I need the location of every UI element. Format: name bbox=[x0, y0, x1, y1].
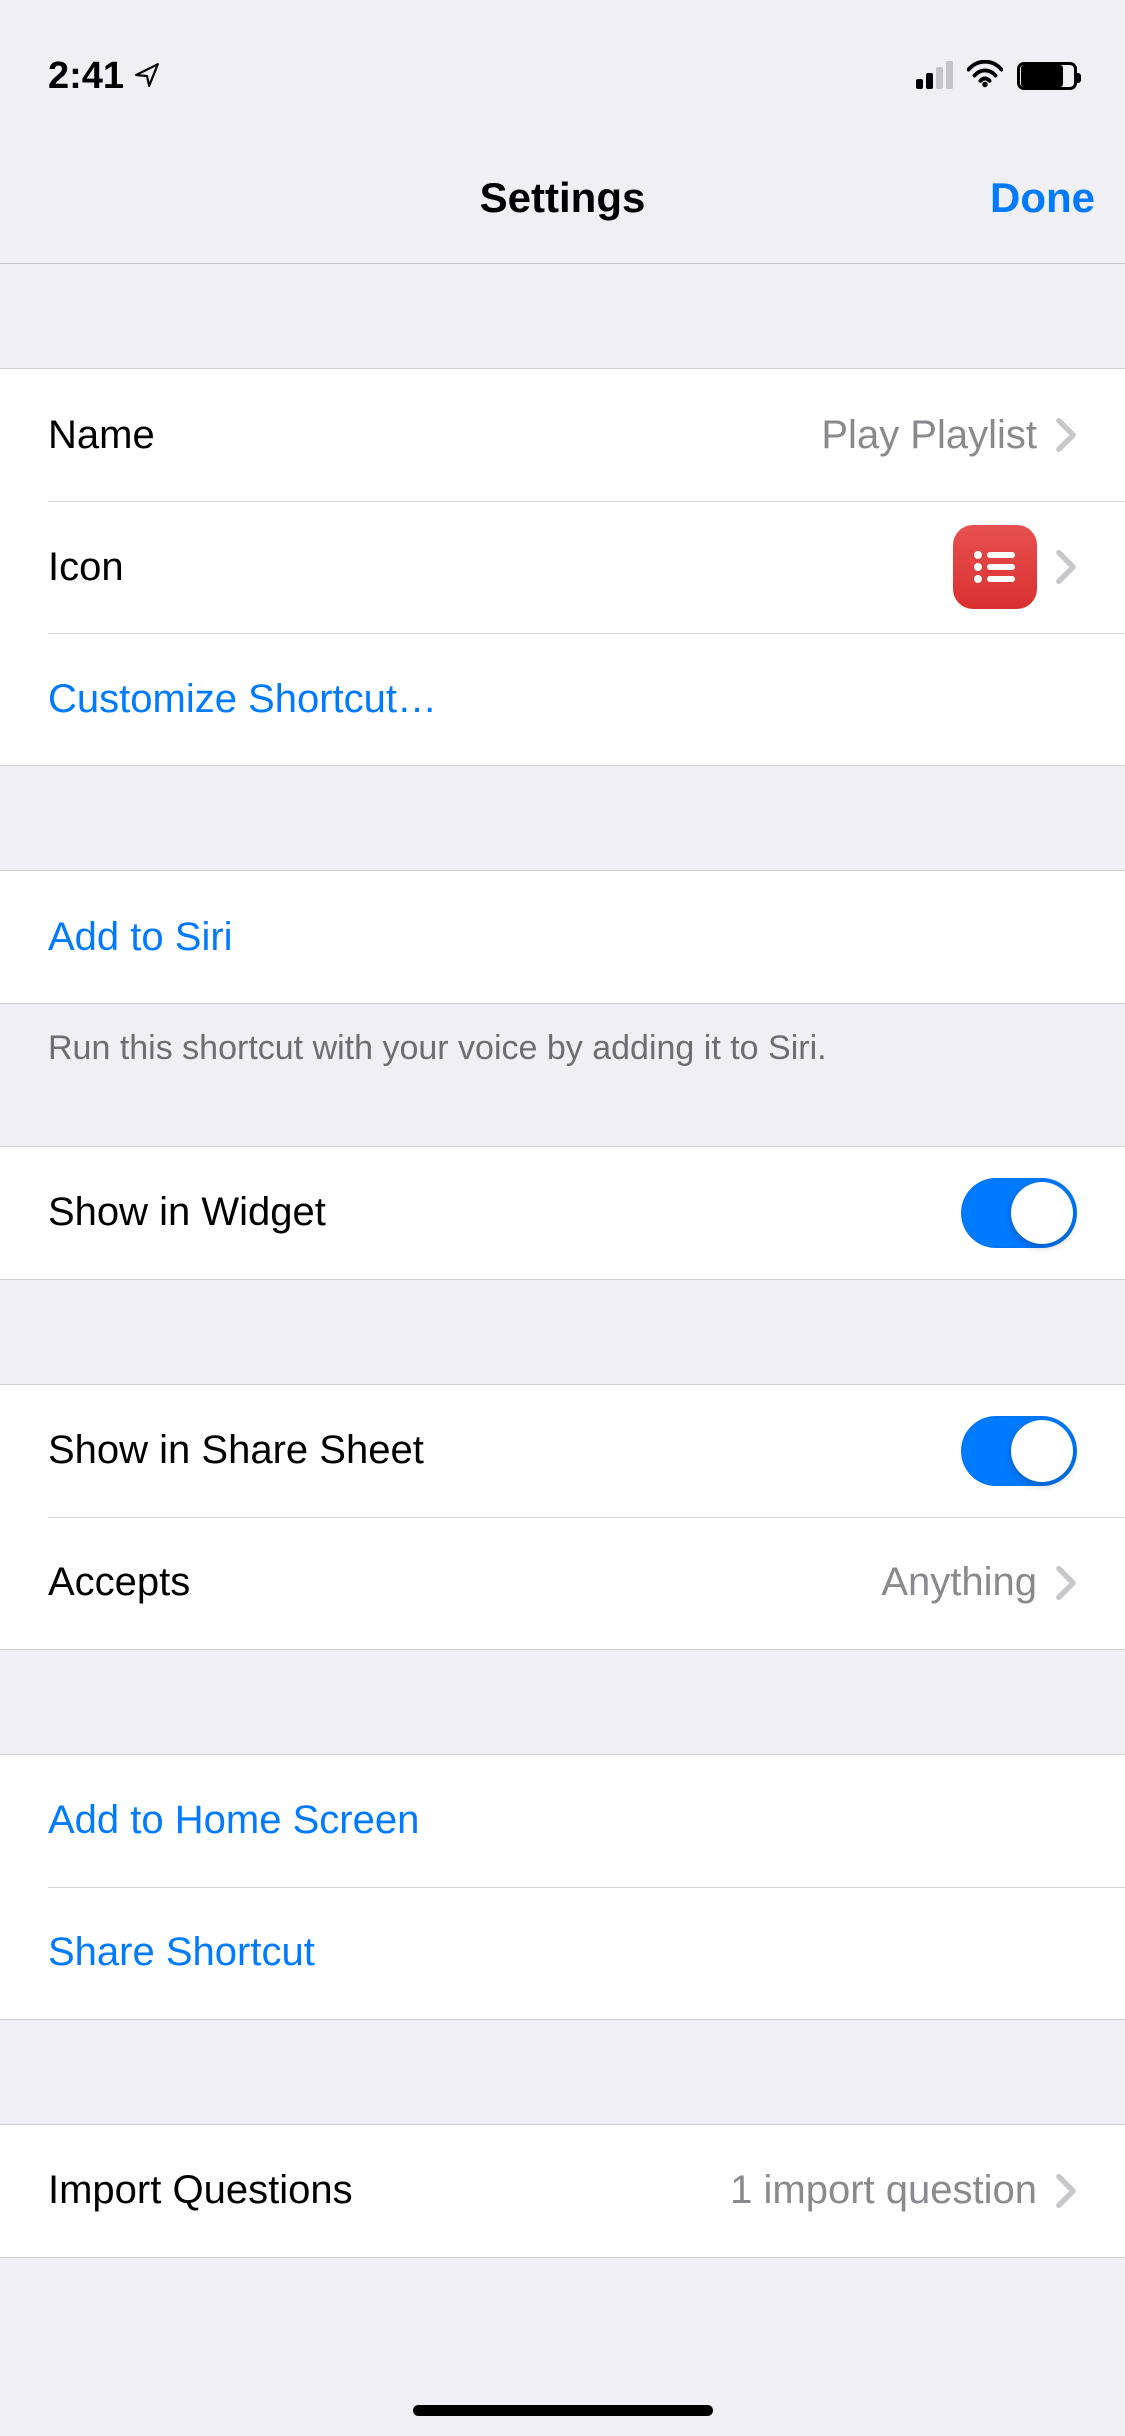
siri-footer-text: Run this shortcut with your voice by add… bbox=[0, 1004, 1125, 1072]
status-right bbox=[916, 55, 1077, 98]
location-arrow-icon bbox=[134, 55, 160, 98]
row-name-label: Name bbox=[48, 413, 821, 458]
customize-shortcut-link: Customize Shortcut… bbox=[48, 677, 1077, 722]
row-share-shortcut[interactable]: Share Shortcut bbox=[0, 1887, 1125, 2019]
cellular-signal-icon bbox=[916, 63, 953, 89]
row-name[interactable]: Name Play Playlist bbox=[0, 369, 1125, 501]
battery-icon bbox=[1017, 62, 1077, 90]
chevron-right-icon bbox=[1055, 417, 1077, 453]
chevron-right-icon bbox=[1055, 549, 1077, 585]
row-add-to-siri[interactable]: Add to Siri bbox=[0, 871, 1125, 1003]
show-in-share-sheet-label: Show in Share Sheet bbox=[48, 1428, 961, 1473]
add-to-home-screen-link: Add to Home Screen bbox=[48, 1798, 1077, 1843]
row-name-value: Play Playlist bbox=[821, 413, 1037, 458]
chevron-right-icon bbox=[1055, 2173, 1077, 2209]
status-time-group: 2:41 bbox=[48, 55, 160, 98]
accepts-label: Accepts bbox=[48, 1560, 881, 1605]
nav-bar: Settings Done bbox=[0, 132, 1125, 264]
page-title: Settings bbox=[480, 174, 646, 222]
chevron-right-icon bbox=[1055, 1565, 1077, 1601]
row-import-questions[interactable]: Import Questions 1 import question bbox=[0, 2125, 1125, 2257]
section-distribution: Add to Home Screen Share Shortcut bbox=[0, 1754, 1125, 2020]
section-siri: Add to Siri bbox=[0, 870, 1125, 1004]
share-shortcut-link: Share Shortcut bbox=[48, 1930, 1077, 1975]
list-bullet-icon bbox=[971, 547, 1019, 587]
section-widget: Show in Widget bbox=[0, 1146, 1125, 1280]
section-basic: Name Play Playlist Icon Customize Shortc… bbox=[0, 368, 1125, 766]
show-in-widget-label: Show in Widget bbox=[48, 1190, 961, 1235]
shortcut-icon-tile bbox=[953, 525, 1037, 609]
row-accepts[interactable]: Accepts Anything bbox=[0, 1517, 1125, 1649]
row-icon[interactable]: Icon bbox=[0, 501, 1125, 633]
home-indicator[interactable] bbox=[413, 2405, 713, 2416]
row-show-in-widget: Show in Widget bbox=[0, 1147, 1125, 1279]
wifi-icon bbox=[967, 55, 1003, 98]
done-button[interactable]: Done bbox=[645, 174, 1095, 222]
show-in-widget-toggle[interactable] bbox=[961, 1178, 1077, 1248]
add-to-siri-link: Add to Siri bbox=[48, 915, 1077, 960]
accepts-value: Anything bbox=[881, 1560, 1037, 1605]
row-show-in-share-sheet: Show in Share Sheet bbox=[0, 1385, 1125, 1517]
show-in-share-sheet-toggle[interactable] bbox=[961, 1416, 1077, 1486]
import-questions-label: Import Questions bbox=[48, 2168, 730, 2213]
row-icon-label: Icon bbox=[48, 545, 953, 590]
row-customize-shortcut[interactable]: Customize Shortcut… bbox=[0, 633, 1125, 765]
section-share-sheet: Show in Share Sheet Accepts Anything bbox=[0, 1384, 1125, 1650]
row-add-to-home-screen[interactable]: Add to Home Screen bbox=[0, 1755, 1125, 1887]
section-import: Import Questions 1 import question bbox=[0, 2124, 1125, 2258]
status-bar: 2:41 bbox=[0, 0, 1125, 132]
import-questions-value: 1 import question bbox=[730, 2168, 1037, 2213]
status-time: 2:41 bbox=[48, 55, 124, 98]
